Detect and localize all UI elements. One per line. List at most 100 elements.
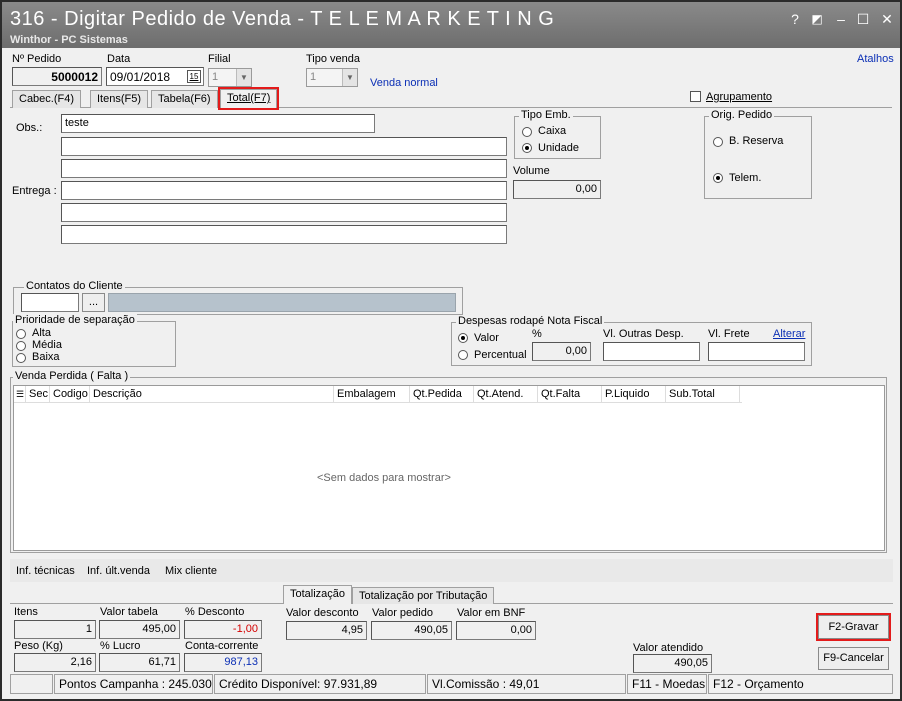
- calendar-icon[interactable]: 15: [187, 70, 201, 83]
- status-comissao: Vl.Comissão : 49,01: [427, 674, 626, 694]
- tipo-venda-description: Venda normal: [370, 77, 438, 89]
- media-label: Média: [32, 339, 62, 351]
- obs-line-3[interactable]: [61, 159, 507, 178]
- valor-radio[interactable]: [458, 333, 468, 343]
- itens-field: 1: [14, 620, 96, 639]
- agrupamento-checkbox[interactable]: [690, 91, 701, 102]
- mix-cliente-link[interactable]: Mix cliente: [165, 565, 217, 577]
- contato-search-button[interactable]: ...: [82, 293, 105, 312]
- tipo-emb-title: Tipo Emb.: [519, 109, 573, 121]
- valor-desconto-label: Valor desconto: [286, 607, 359, 619]
- entrega-line-2[interactable]: [61, 203, 507, 222]
- chevron-down-icon: ▼: [236, 69, 251, 86]
- reserva-label: B. Reserva: [729, 135, 784, 147]
- venda-perdida-title: Venda Perdida ( Falta ): [13, 370, 131, 382]
- minimize-icon[interactable]: ‒: [832, 10, 850, 28]
- col-qt-pedida[interactable]: Qt.Pedida: [410, 386, 474, 402]
- filial-label: Filial: [208, 53, 231, 65]
- baixa-radio[interactable]: [16, 353, 26, 363]
- percentual-label: Percentual: [474, 349, 527, 361]
- alterar-link[interactable]: Alterar: [773, 328, 805, 340]
- tab-totalizacao-tributacao[interactable]: Totalização por Tributação: [352, 587, 495, 604]
- date-value: 09/01/2018: [110, 70, 171, 84]
- data-label: Data: [107, 53, 131, 65]
- date-field[interactable]: 09/01/2018 15: [106, 67, 204, 86]
- tipo-venda-select[interactable]: 1 ▼: [306, 68, 358, 87]
- entrega-line-3[interactable]: [61, 225, 507, 244]
- frete-label: Vl. Frete: [708, 328, 750, 340]
- window-subtitle: Winthor - PC Sistemas: [10, 34, 128, 46]
- caixa-radio[interactable]: [522, 127, 532, 137]
- valor-bnf-field: 0,00: [456, 621, 536, 640]
- reserva-radio[interactable]: [713, 137, 723, 147]
- caixa-label: Caixa: [538, 125, 567, 137]
- valor-tabela-field: 495,00: [99, 620, 180, 639]
- valor-label: Valor: [474, 332, 499, 344]
- entrega-label: Entrega :: [12, 185, 57, 197]
- main-window: 316 - Digitar Pedido de Venda - T E L E …: [0, 0, 902, 701]
- col-p-liquido[interactable]: P.Liquido: [602, 386, 666, 402]
- desconto-pct-label: % Desconto: [185, 606, 245, 618]
- col-qt-atend[interactable]: Qt.Atend.: [474, 386, 538, 402]
- col-embalagem[interactable]: Embalagem: [334, 386, 410, 402]
- pct-field[interactable]: 0,00: [532, 342, 591, 361]
- col-descricao[interactable]: Descrição: [90, 386, 334, 402]
- valor-atendido-field: 490,05: [633, 654, 712, 673]
- col-sec[interactable]: Sec: [26, 386, 50, 402]
- obs-line-2[interactable]: [61, 137, 507, 156]
- grid-header: ☰ Sec Codigo Descrição Embalagem Qt.Pedi…: [14, 386, 742, 402]
- unidade-radio[interactable]: [522, 143, 532, 153]
- peso-label: Peso (Kg): [14, 640, 63, 652]
- tab-cabec[interactable]: Cabec.(F4): [12, 90, 82, 108]
- title-bar: 316 - Digitar Pedido de Venda - T E L E …: [2, 2, 900, 48]
- telem-label: Telem.: [729, 172, 762, 184]
- media-radio[interactable]: [16, 341, 26, 351]
- col-qt-falta[interactable]: Qt.Falta: [538, 386, 602, 402]
- restore-layout-icon[interactable]: ◩: [808, 10, 826, 28]
- grid-menu-icon[interactable]: ☰: [14, 386, 26, 402]
- despesas-group: Despesas rodapé Nota Fiscal Valor Percen…: [451, 315, 812, 366]
- help-icon[interactable]: ?: [786, 10, 804, 28]
- pct-label: %: [532, 328, 542, 340]
- tipo-emb-group: Tipo Emb. Caixa Unidade: [514, 109, 601, 159]
- col-sub-total[interactable]: Sub.Total: [666, 386, 740, 402]
- col-codigo[interactable]: Codigo: [50, 386, 90, 402]
- valor-tabela-label: Valor tabela: [100, 606, 158, 618]
- atalhos-link[interactable]: Atalhos: [857, 53, 894, 65]
- tab-totalizacao[interactable]: Totalização: [283, 585, 353, 604]
- maximize-icon[interactable]: ☐: [854, 10, 872, 28]
- unidade-label: Unidade: [538, 142, 579, 154]
- telem-radio[interactable]: [713, 173, 723, 183]
- tab-total[interactable]: Total(F7): [217, 87, 280, 110]
- obs-line-1[interactable]: teste: [61, 114, 375, 133]
- obs-label: Obs.:: [16, 122, 43, 134]
- contato-code-field[interactable]: [21, 293, 79, 312]
- valor-pedido-field: 490,05: [371, 621, 452, 640]
- entrega-line-1[interactable]: [61, 181, 507, 200]
- status-orcamento[interactable]: F12 - Orçamento: [708, 674, 893, 694]
- outras-desp-field[interactable]: [603, 342, 700, 361]
- alta-radio[interactable]: [16, 329, 26, 339]
- tab-tabela[interactable]: Tabela(F6): [151, 90, 218, 108]
- volume-label: Volume: [513, 165, 550, 177]
- orig-pedido-title: Orig. Pedido: [709, 109, 775, 121]
- lucro-field: 61,71: [99, 653, 180, 672]
- inf-ult-venda-link[interactable]: Inf. últ.venda: [87, 565, 150, 577]
- close-icon[interactable]: ✕: [878, 10, 896, 28]
- percentual-radio[interactable]: [458, 350, 468, 360]
- gravar-button[interactable]: F2-Gravar: [816, 613, 891, 641]
- venda-perdida-grid[interactable]: ☰ Sec Codigo Descrição Embalagem Qt.Pedi…: [13, 385, 885, 551]
- filial-select[interactable]: 1 ▼: [208, 68, 252, 87]
- status-moedas[interactable]: F11 - Moedas: [627, 674, 707, 694]
- prioridade-group: Prioridade de separação Alta Média Baixa: [12, 314, 176, 367]
- inf-tecnicas-link[interactable]: Inf. técnicas: [16, 565, 75, 577]
- tipo-venda-label: Tipo venda: [306, 53, 361, 65]
- peso-field: 2,16: [14, 653, 96, 672]
- cancelar-button[interactable]: F9-Cancelar: [818, 647, 889, 670]
- tab-itens[interactable]: Itens(F5): [90, 90, 149, 108]
- volume-field[interactable]: 0,00: [513, 180, 601, 199]
- frete-field[interactable]: [708, 342, 805, 361]
- tipo-venda-value: 1: [310, 71, 317, 83]
- pedido-number-field[interactable]: 5000012: [12, 67, 102, 86]
- conta-corrente-field: 987,13: [184, 653, 262, 672]
